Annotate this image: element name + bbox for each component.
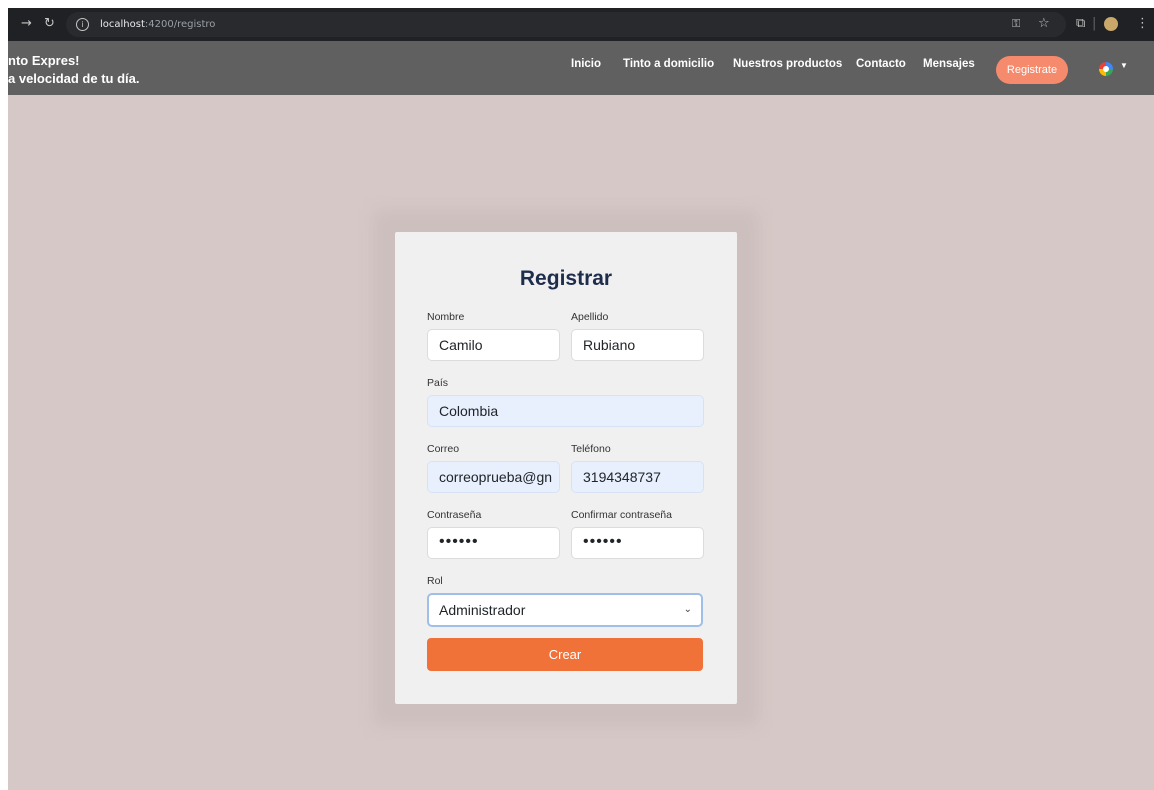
chevron-down-icon: ⌄: [683, 604, 692, 615]
star-icon[interactable]: ☆: [1038, 16, 1050, 32]
browser-toolbar: → ↻ i localhost:4200/registro ⚿ ☆ ⧉ | ⋮: [8, 8, 1154, 41]
menu-icon[interactable]: ⋮: [1136, 16, 1149, 32]
apellido-label: Apellido: [571, 311, 609, 323]
apellido-input[interactable]: Rubiano: [571, 329, 704, 361]
register-button[interactable]: Registrate: [996, 56, 1068, 84]
correo-input[interactable]: correoprueba@gn: [427, 461, 560, 493]
password-input[interactable]: ••••••: [427, 527, 560, 559]
pais-label: País: [427, 377, 449, 389]
forward-icon[interactable]: →: [21, 16, 32, 32]
site-navbar: nto Expres! a velocidad de tu día. Inici…: [8, 41, 1154, 95]
confirm-password-label: Confirmar contraseña: [571, 509, 672, 521]
page-edge: [0, 0, 8, 790]
page-body: Registrar Nombre Apellido Camilo Rubiano…: [8, 95, 1154, 790]
telefono-label: Teléfono: [571, 443, 611, 455]
language-globe-icon[interactable]: [1099, 62, 1113, 76]
profile-icon[interactable]: [1104, 17, 1118, 31]
rol-select[interactable]: Administrador ⌄: [427, 593, 703, 627]
pais-input[interactable]: Colombia: [427, 395, 704, 427]
chevron-down-icon[interactable]: ▼: [1120, 61, 1128, 70]
nav-link-nuestros-productos[interactable]: Nuestros productos: [733, 58, 842, 70]
url-text: localhost:4200/registro: [100, 17, 215, 32]
address-bar[interactable]: i localhost:4200/registro ⚿ ☆: [66, 12, 1066, 37]
form-title: Registrar: [519, 267, 613, 290]
create-button[interactable]: Crear: [427, 638, 703, 671]
brand-slogan: a velocidad de tu día.: [8, 71, 140, 86]
reload-icon[interactable]: ↻: [44, 16, 55, 32]
nombre-input[interactable]: Camilo: [427, 329, 560, 361]
nav-link-tinto-a-domicilio[interactable]: Tinto a domicilio: [623, 58, 714, 70]
nombre-label: Nombre: [427, 311, 465, 323]
extensions-icon[interactable]: ⧉: [1076, 16, 1085, 32]
toolbar-divider: |: [1092, 16, 1097, 31]
url-path: :4200/registro: [144, 19, 216, 30]
rol-label: Rol: [427, 575, 443, 587]
correo-label: Correo: [427, 443, 460, 455]
register-card: Registrar Nombre Apellido Camilo Rubiano…: [395, 232, 737, 704]
confirm-password-input[interactable]: ••••••: [571, 527, 704, 559]
nav-link-inicio[interactable]: Inicio: [571, 58, 601, 70]
nav-link-mensajes[interactable]: Mensajes: [923, 58, 975, 70]
rol-selected-value: Administrador: [439, 602, 526, 618]
key-icon[interactable]: ⚿: [1012, 16, 1020, 32]
telefono-input[interactable]: 3194348737: [571, 461, 704, 493]
url-host: localhost: [100, 19, 145, 30]
brand-title[interactable]: nto Expres!: [8, 53, 80, 68]
info-icon[interactable]: i: [76, 18, 89, 31]
password-label: Contraseña: [427, 509, 482, 521]
nav-link-contacto[interactable]: Contacto: [856, 58, 906, 70]
